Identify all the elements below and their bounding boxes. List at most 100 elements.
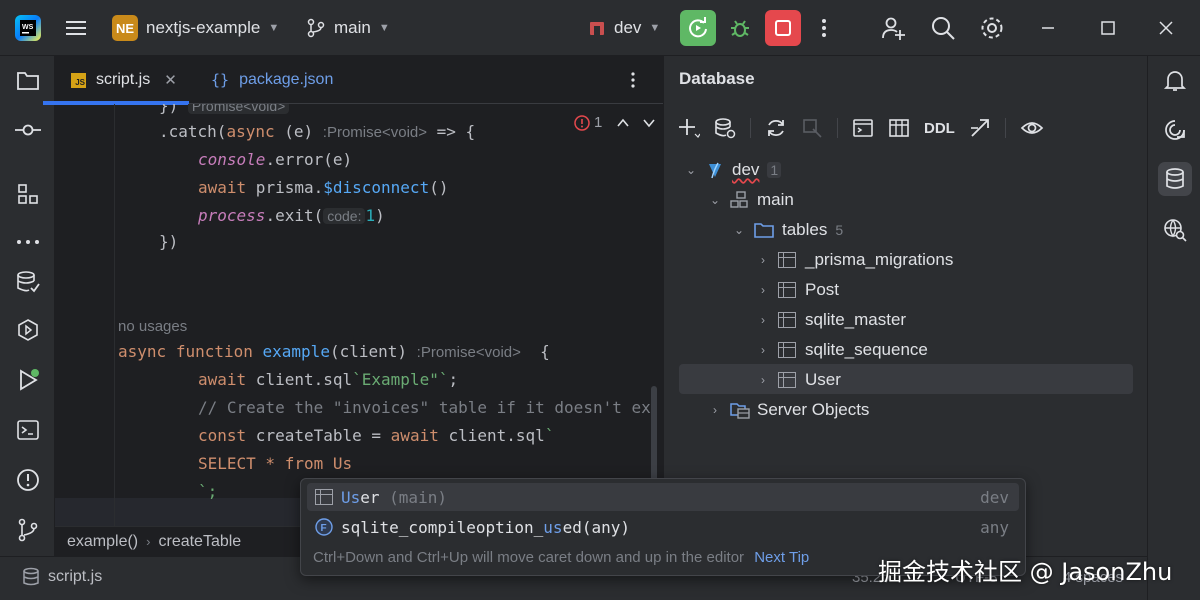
folder-icon (17, 72, 39, 90)
table-icon (778, 282, 796, 298)
tree-node-tables[interactable]: ⌄ tables 5 (730, 215, 843, 245)
tree-node-label: Post (805, 280, 840, 299)
add-icon[interactable] (678, 117, 700, 139)
git-tool-button[interactable] (14, 516, 42, 544)
tab-package-json[interactable]: {} package.json (211, 56, 333, 104)
tab-options-button[interactable] (629, 56, 637, 104)
project-selector[interactable]: NE nextjs-example ▼ (112, 0, 279, 56)
run-config-name: dev (614, 18, 642, 37)
git-icon (18, 518, 38, 542)
completion-tip: Ctrl+Down and Ctrl+Up will move caret do… (313, 549, 809, 566)
chevron-down-icon: ▼ (268, 22, 280, 34)
tree-node-label: _prisma_migrations (805, 250, 954, 269)
toolbar-divider (750, 118, 751, 138)
table-icon (778, 342, 796, 358)
code-with-me-button[interactable] (880, 0, 906, 56)
services-tool-button[interactable] (14, 316, 42, 344)
tab-label: script.js (96, 71, 151, 88)
ai-assistant-button[interactable] (1158, 113, 1192, 147)
problems-count: 1 (594, 114, 603, 131)
stop-icon (775, 20, 791, 36)
webstorm-logo[interactable]: WS (14, 0, 42, 56)
tree-node-label: sqlite_master (805, 310, 907, 329)
terminal-tool-button[interactable] (14, 416, 42, 444)
problems-indicator[interactable]: 1 (574, 114, 656, 131)
breadcrumb-item-createtable[interactable]: createTable (158, 533, 241, 551)
commit-tool-button[interactable] (14, 116, 42, 144)
tab-script-js[interactable]: JS script.js ✕ (43, 56, 189, 105)
completion-item-sqlite-func[interactable]: F sqlite_compileoption_ us ed (any) any (307, 513, 1019, 541)
ai-assistant-icon (1165, 120, 1185, 140)
jump-to-source-icon[interactable] (969, 117, 991, 139)
status-file-path[interactable]: script.js (22, 567, 102, 587)
next-tip-link[interactable]: Next Tip (754, 549, 809, 566)
services-icon (18, 319, 38, 341)
code-line: }) Promise<void> (159, 104, 290, 118)
stop-button[interactable] (765, 10, 801, 46)
tree-node-dev[interactable]: ⌄ dev 1 (682, 155, 782, 185)
toolbar-divider (837, 118, 838, 138)
chevron-down-icon[interactable] (642, 116, 656, 130)
tree-node-table[interactable]: › Post (754, 275, 839, 305)
maximize-button[interactable] (1100, 0, 1116, 56)
search-button[interactable] (930, 0, 956, 56)
endpoints-button[interactable] (1158, 213, 1192, 247)
eye-icon[interactable] (1020, 117, 1044, 139)
run-tool-button[interactable] (14, 366, 42, 394)
ddl-button[interactable]: DDL (924, 120, 955, 137)
more-tools-button[interactable] (14, 228, 42, 256)
tree-node-table[interactable]: › _prisma_migrations (754, 245, 953, 275)
completion-detail: (main) (379, 487, 447, 507)
close-window-button[interactable] (1158, 0, 1174, 56)
minimize-button[interactable] (1040, 0, 1056, 56)
tree-node-server-objects[interactable]: › Server Objects (706, 395, 869, 425)
settings-button[interactable] (979, 0, 1005, 56)
more-horizontal-icon (17, 240, 39, 244)
data-source-properties-icon[interactable] (714, 117, 736, 139)
branch-selector[interactable]: main ▼ (306, 0, 390, 56)
right-tool-strip (1147, 56, 1200, 600)
database-tool-button[interactable] (1158, 162, 1192, 196)
database-changes-tool-button[interactable] (14, 268, 42, 296)
completion-args: (any) (581, 517, 630, 537)
completion-type: any (980, 517, 1009, 537)
close-icon (1159, 21, 1173, 35)
structure-tool-button[interactable] (14, 180, 42, 208)
code-line: // Create the "invoices" table if it doe… (198, 398, 651, 417)
left-tool-strip (0, 56, 55, 600)
globe-search-icon (1164, 219, 1187, 242)
table-editor-icon[interactable] (888, 117, 910, 139)
notifications-button[interactable] (1158, 64, 1192, 98)
run-config-selector[interactable]: dev ▼ (588, 0, 660, 56)
tree-node-main[interactable]: ⌄ main (706, 185, 794, 215)
refresh-icon[interactable] (765, 117, 787, 139)
chevron-up-icon[interactable] (616, 116, 630, 130)
javascript-file-icon: JS (71, 72, 86, 88)
close-tab-icon[interactable]: ✕ (164, 71, 177, 89)
completion-item-user[interactable]: Us er (main) dev (307, 483, 1019, 511)
warning-circle-icon (17, 469, 39, 491)
debug-button[interactable] (722, 10, 758, 46)
tree-node-table[interactable]: › sqlite_sequence (754, 335, 928, 365)
tree-node-table[interactable]: › sqlite_master (754, 305, 906, 335)
main-menu-button[interactable] (64, 0, 88, 56)
more-vertical-icon (631, 72, 635, 88)
table-icon (778, 252, 796, 268)
breadcrumb-item-example[interactable]: example() (67, 533, 138, 551)
code-line: console.error(e) (198, 150, 353, 169)
problems-tool-button[interactable] (14, 466, 42, 494)
npm-run-config-icon (590, 22, 604, 35)
code-line: }) (159, 232, 179, 251)
more-actions-button[interactable] (814, 0, 834, 56)
disconnect-icon[interactable] (801, 117, 823, 139)
project-tool-button[interactable] (14, 66, 42, 94)
tree-node-table-selected[interactable]: › User (754, 365, 841, 395)
selected-row-highlight (679, 364, 1133, 394)
project-name: nextjs-example (146, 18, 261, 37)
query-console-icon[interactable] (852, 117, 874, 139)
editor-tabs: JS script.js ✕ {} package.json (43, 56, 663, 105)
usage-hint[interactable]: no usages (118, 314, 187, 338)
gutter-divider (114, 104, 115, 556)
rerun-button[interactable] (680, 10, 716, 46)
maximize-icon (1101, 21, 1115, 35)
